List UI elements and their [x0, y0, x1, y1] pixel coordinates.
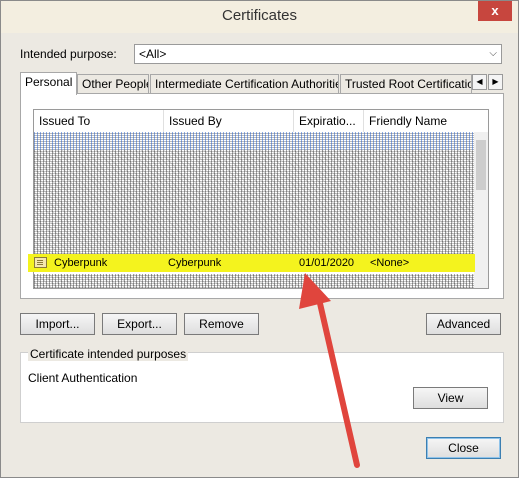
- tab-personal[interactable]: Personal: [20, 72, 77, 95]
- annotation-arrow-icon: [299, 273, 360, 468]
- certificates-dialog: Certificates x Intended purpose: <All> ⌵…: [0, 0, 519, 478]
